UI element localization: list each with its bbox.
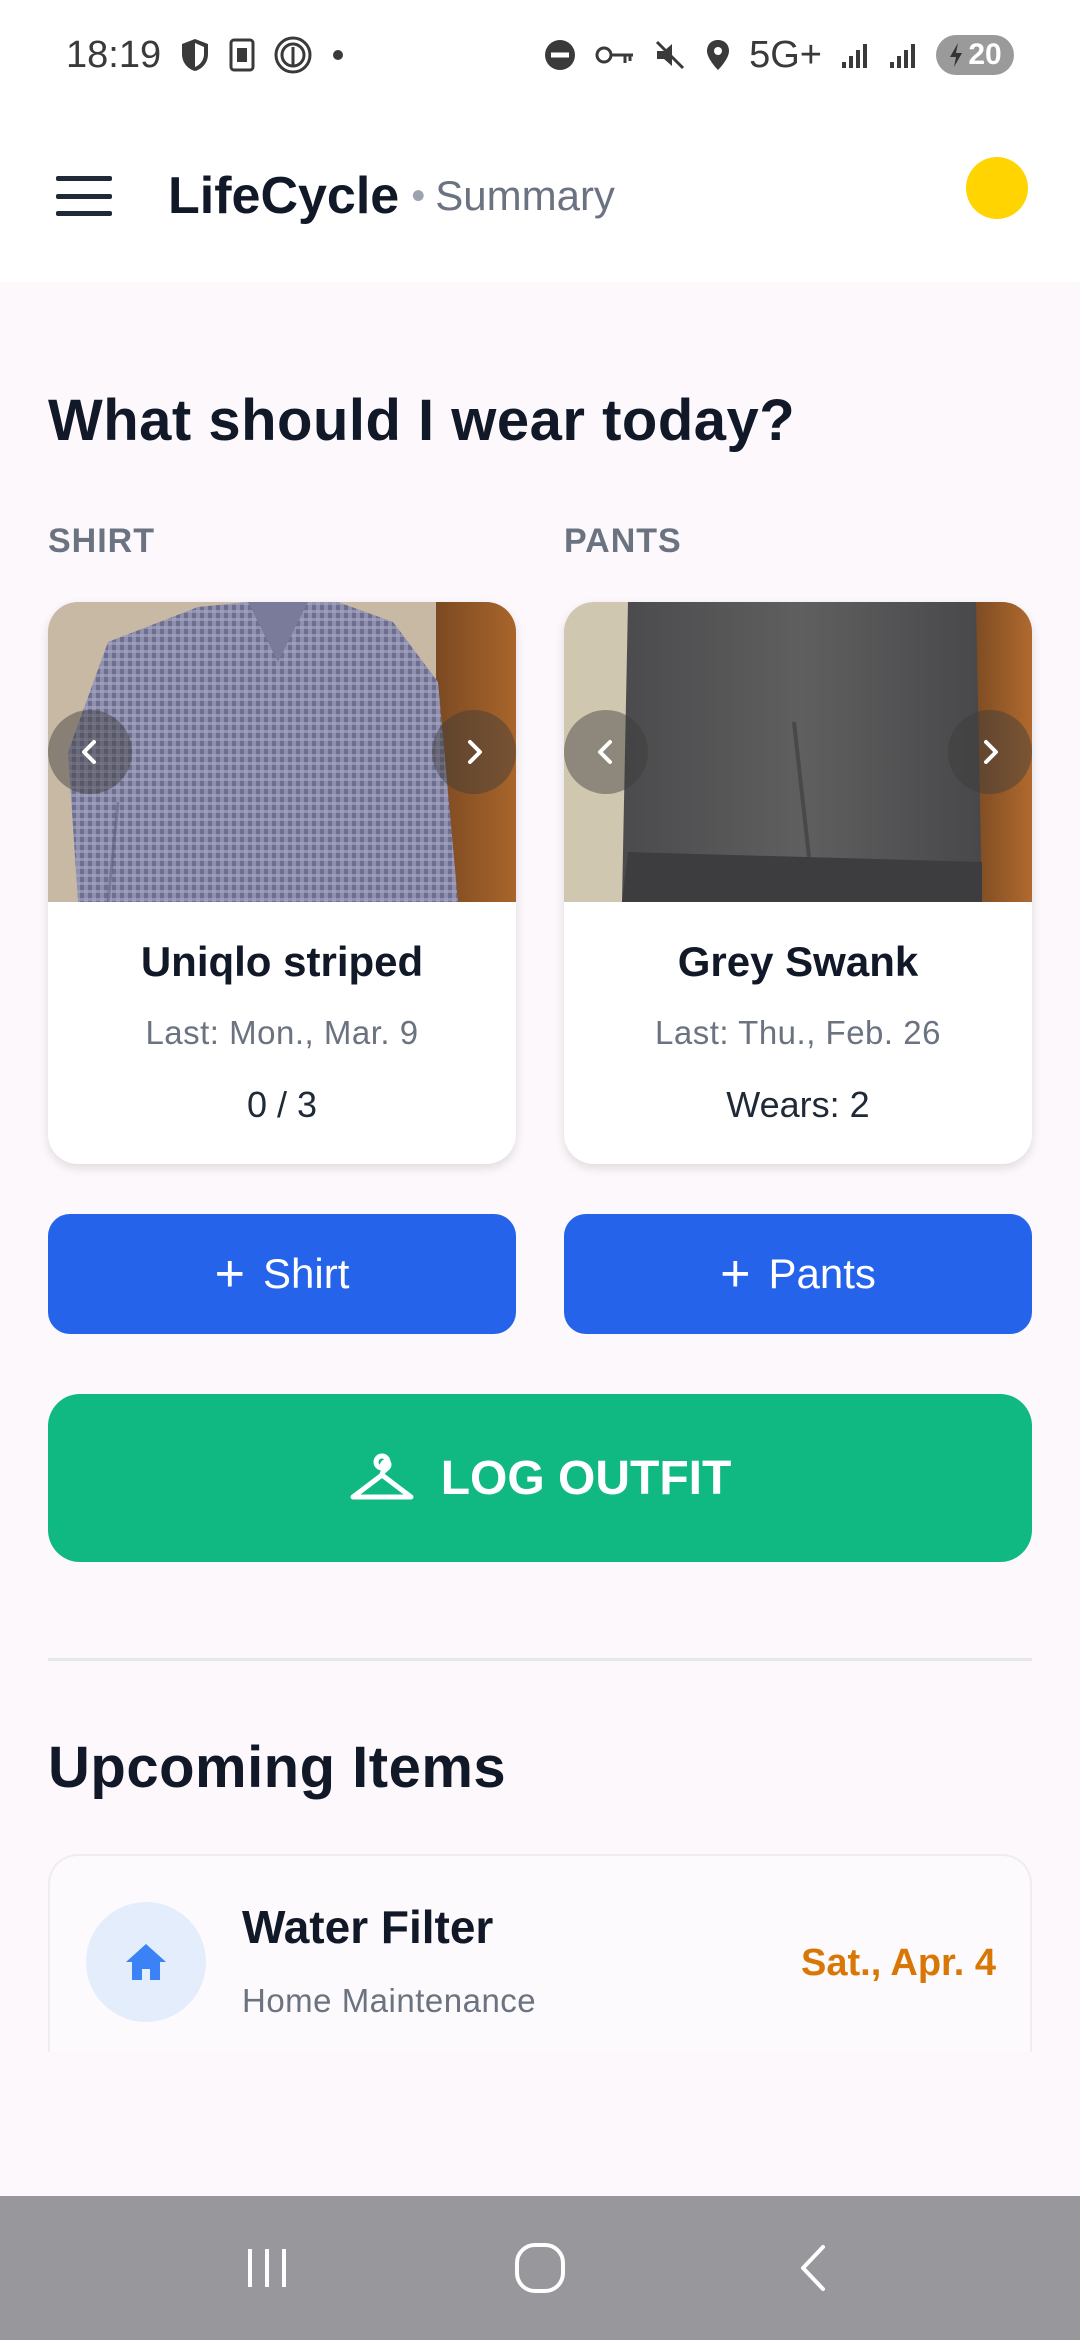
plus-icon: + [720, 1245, 751, 1303]
home-circle-icon [514, 2243, 565, 2293]
status-left: 18:19 [66, 34, 345, 77]
signal-icon-2 [888, 40, 918, 70]
home-icon [86, 1902, 206, 2022]
shield-icon [179, 37, 211, 73]
chevron-left-icon [598, 740, 612, 764]
sim-card-icon [229, 38, 255, 72]
home-button[interactable] [490, 2228, 590, 2308]
upcoming-item-name: Water Filter [242, 1901, 494, 1953]
upcoming-item-date: Sat., Apr. 4 [801, 1942, 996, 1984]
shirt-wear-count: 0 / 3 [246, 1084, 318, 1125]
add-pants-button[interactable]: + Pants [564, 1214, 1032, 1334]
log-outfit-button[interactable]: LOG OUTFIT [48, 1394, 1032, 1562]
fingerprint-icon [273, 35, 313, 75]
chevron-right-icon [984, 740, 998, 764]
outfit-heading: What should I wear today? [48, 388, 796, 453]
shirt-card[interactable]: Uniqlo striped Last: Mon., Mar. 9 0 / 3 [48, 602, 516, 1164]
shirt-label: SHIRT [48, 522, 155, 560]
system-nav-bar [0, 2196, 1080, 2340]
chevron-left-icon [82, 740, 96, 764]
vpn-key-icon [595, 43, 635, 67]
pants-card[interactable]: Grey Swank Last: Thu., Feb. 26 Wears: 2 [564, 602, 1032, 1164]
battery-indicator: 20 [936, 35, 1014, 75]
title-separator: • [411, 173, 426, 218]
hanger-icon [350, 1453, 414, 1500]
charging-icon [950, 43, 963, 67]
signal-icon [840, 40, 870, 70]
chevron-right-icon [468, 740, 482, 764]
back-icon [801, 2245, 826, 2291]
pants-name: Grey Swank [677, 938, 919, 985]
back-button[interactable] [763, 2228, 863, 2308]
shirt-name: Uniqlo striped [140, 938, 424, 985]
upcoming-item[interactable]: Water Filter Home Maintenance Sat., Apr.… [48, 1854, 1032, 2052]
app-bar: LifeCycle • Summary [0, 110, 1080, 282]
page-subtitle: Summary [435, 172, 615, 219]
add-pants-label: Pants [768, 1250, 876, 1297]
add-shirt-button[interactable]: + Shirt [48, 1214, 516, 1334]
status-bar: 18:19 5G+ 20 [0, 0, 1080, 110]
avatar[interactable] [966, 157, 1028, 219]
pants-label: PANTS [564, 522, 682, 560]
notification-dot-icon [331, 48, 345, 62]
pants-last-worn: Last: Thu., Feb. 26 [655, 1014, 941, 1051]
plus-icon: + [214, 1245, 245, 1303]
section-divider [48, 1658, 1032, 1661]
pants-next-button[interactable] [948, 710, 1032, 794]
menu-icon [56, 176, 112, 181]
network-type: 5G+ [749, 33, 822, 76]
pants-prev-button[interactable] [564, 710, 648, 794]
menu-button[interactable] [56, 176, 112, 216]
recent-apps-icon [247, 2249, 286, 2287]
recent-apps-button[interactable] [217, 2228, 317, 2308]
log-outfit-label: LOG OUTFIT [440, 1451, 732, 1505]
pants-wear-count: Wears: 2 [726, 1084, 870, 1125]
add-shirt-label: Shirt [263, 1250, 350, 1297]
shirt-next-button[interactable] [432, 710, 516, 794]
do-not-disturb-icon [543, 38, 577, 72]
shirt-prev-button[interactable] [48, 710, 132, 794]
upcoming-item-category: Home Maintenance [242, 1982, 537, 2019]
location-icon [705, 38, 731, 72]
status-right: 5G+ 20 [543, 34, 1014, 77]
app-title: LifeCycle [168, 167, 400, 225]
mute-icon [653, 38, 687, 72]
battery-level: 20 [968, 38, 1002, 71]
status-time: 18:19 [66, 33, 162, 76]
shirt-last-worn: Last: Mon., Mar. 9 [145, 1014, 419, 1051]
upcoming-title: Upcoming Items [48, 1735, 507, 1800]
